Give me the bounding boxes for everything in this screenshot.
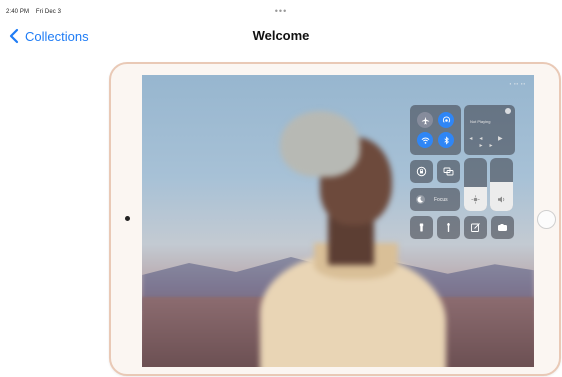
front-camera: [125, 216, 130, 221]
airdrop-icon: [442, 116, 450, 123]
hair: [280, 111, 360, 177]
wifi-icon: [421, 137, 429, 144]
camera-icon: [498, 224, 507, 231]
connectivity-module: [410, 105, 461, 155]
screen-mirror-icon: [443, 167, 454, 176]
moon-icon: [416, 195, 425, 204]
page-title: Welcome: [252, 28, 310, 43]
now-playing-module: Not Playing ◂◂ ▶ ▸▸: [464, 105, 515, 155]
focus-label: Focus: [434, 197, 448, 203]
bluetooth-toggle: [438, 132, 454, 148]
control-center: Not Playing ◂◂ ▶ ▸▸ Focus: [410, 105, 515, 239]
home-button: [537, 210, 556, 229]
rotation-lock-tile: [410, 160, 433, 183]
wifi-toggle: [417, 132, 433, 148]
brightness-icon: [471, 195, 480, 204]
ipad-screen: ▪ ▪▪ ▪▪ Not Playing ◂◂ ▶ ▸▸ Focus: [142, 75, 534, 367]
flashlight-icon: [419, 223, 424, 232]
screen-mirror-tile: [437, 160, 460, 183]
airdrop-toggle: [438, 112, 454, 128]
timer-icon: [447, 223, 450, 232]
status-bar: 2:40 PM Fri Dec 3: [6, 9, 66, 15]
volume-slider: [490, 158, 513, 211]
flashlight-tile: [410, 216, 433, 239]
camera-tile: [491, 216, 514, 239]
screen-status-icons: ▪ ▪▪ ▪▪: [509, 81, 526, 86]
airplane-toggle: [417, 112, 433, 128]
focus-tile: Focus: [410, 188, 460, 211]
bluetooth-icon: [443, 135, 449, 145]
volume-icon: [498, 196, 505, 203]
airplay-icon: [505, 108, 511, 114]
airplane-icon: [421, 116, 429, 124]
more-dots[interactable]: •••: [271, 7, 291, 16]
notes-icon: [471, 223, 480, 232]
status-date: Fri Dec 3: [35, 9, 62, 15]
now-playing-label: Not Playing: [470, 119, 491, 124]
brightness-slider: [464, 158, 487, 211]
rotation-lock-icon: [416, 166, 427, 177]
notes-tile: [464, 216, 487, 239]
playback-controls: ◂◂ ▶ ▸▸: [469, 136, 510, 149]
timer-tile: [437, 216, 460, 239]
status-time: 2:40 PM: [6, 9, 30, 15]
ipad-illustration: ▪ ▪▪ ▪▪ Not Playing ◂◂ ▶ ▸▸ Focus: [109, 62, 561, 376]
